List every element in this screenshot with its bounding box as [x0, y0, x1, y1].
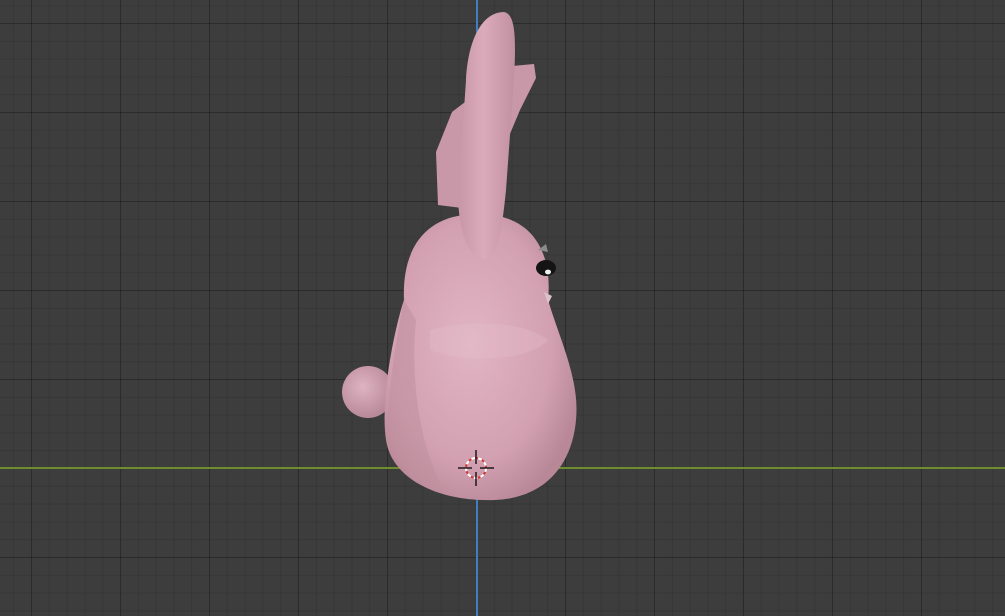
3d-viewport[interactable]: [0, 0, 1005, 616]
scene-svg: [342, 12, 577, 501]
bunny-model[interactable]: [342, 12, 577, 501]
